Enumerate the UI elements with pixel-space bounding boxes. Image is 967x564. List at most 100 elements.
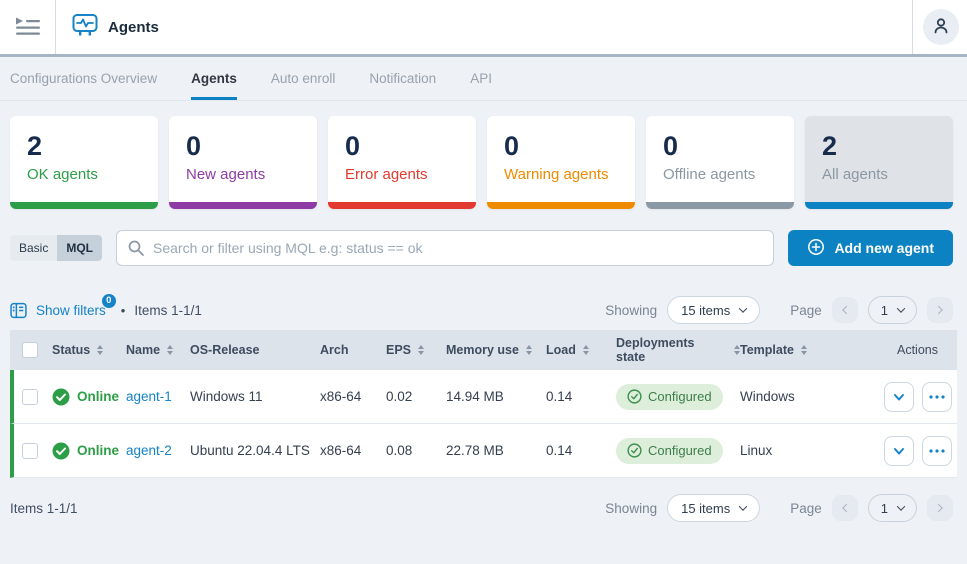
row-actions-menu-button[interactable] bbox=[922, 436, 952, 466]
column-load[interactable]: Load bbox=[546, 343, 616, 357]
row-checkbox[interactable] bbox=[22, 443, 38, 459]
tab-notification[interactable]: Notification bbox=[369, 57, 436, 100]
page-label: Page bbox=[790, 303, 822, 318]
actions-cell bbox=[878, 382, 957, 412]
warning-agents-bar bbox=[487, 202, 635, 209]
check-circle-icon bbox=[627, 389, 642, 404]
column-os-release: OS-Release bbox=[190, 343, 320, 357]
prev-page-button[interactable] bbox=[832, 297, 858, 323]
agents-table: Status Name OS-Release Arch EPS Memory u… bbox=[10, 330, 957, 478]
sidebar-toggle-button[interactable] bbox=[0, 0, 56, 54]
all-agents-bar bbox=[805, 202, 953, 209]
page-number-dropdown[interactable]: 1 bbox=[868, 296, 917, 324]
prev-page-button[interactable] bbox=[832, 495, 858, 521]
ok-agents-bar bbox=[10, 202, 158, 209]
deployment-state-badge: Configured bbox=[616, 384, 723, 410]
status-online-icon bbox=[52, 442, 70, 460]
column-actions: Actions bbox=[878, 343, 957, 357]
ellipsis-icon bbox=[929, 449, 945, 453]
items-range-bottom: Items 1-1/1 bbox=[10, 501, 78, 516]
template-cell: Linux bbox=[740, 443, 878, 458]
chevron-right-icon bbox=[934, 306, 942, 314]
actions-cell bbox=[878, 436, 957, 466]
basic-mode-button[interactable]: Basic bbox=[10, 235, 57, 261]
chevron-down-icon bbox=[892, 390, 906, 404]
row-actions-menu-button[interactable] bbox=[922, 382, 952, 412]
search-input[interactable] bbox=[116, 230, 774, 266]
status-cell: Online bbox=[52, 388, 126, 406]
chevron-left-icon bbox=[842, 306, 850, 314]
tab-api[interactable]: API bbox=[470, 57, 492, 100]
tab-auto-enroll[interactable]: Auto enroll bbox=[271, 57, 336, 100]
tab-bar: Configurations Overview Agents Auto enro… bbox=[0, 57, 967, 101]
column-eps[interactable]: EPS bbox=[386, 343, 446, 357]
ok-agents-count: 2 bbox=[27, 132, 158, 162]
ellipsis-icon bbox=[929, 395, 945, 399]
arch-cell: x86-64 bbox=[320, 443, 386, 458]
card-offline-agents[interactable]: 0 Offline agents bbox=[646, 116, 794, 209]
sort-icon bbox=[97, 345, 103, 355]
show-filters-link[interactable]: Show filters 0 bbox=[36, 303, 112, 318]
add-new-agent-button[interactable]: Add new agent bbox=[788, 230, 953, 266]
next-page-button[interactable] bbox=[927, 495, 953, 521]
eps-cell: 0.02 bbox=[386, 389, 446, 404]
chevron-down-icon bbox=[897, 502, 905, 510]
card-all-agents[interactable]: 2 All agents bbox=[805, 116, 953, 209]
all-agents-count: 2 bbox=[822, 132, 953, 162]
offline-agents-bar bbox=[646, 202, 794, 209]
column-template[interactable]: Template bbox=[740, 343, 878, 357]
search-mode-toggle: Basic MQL bbox=[10, 235, 102, 261]
table-toolbar: Show filters 0 • Items 1-1/1 Showing 15 … bbox=[0, 266, 967, 324]
os-release-cell: Windows 11 bbox=[190, 389, 320, 404]
select-all-checkbox[interactable] bbox=[22, 342, 38, 358]
template-cell: Windows bbox=[740, 389, 878, 404]
tab-agents[interactable]: Agents bbox=[191, 57, 237, 100]
mql-mode-button[interactable]: MQL bbox=[57, 235, 102, 261]
tab-configurations-overview[interactable]: Configurations Overview bbox=[10, 57, 157, 100]
card-ok-agents[interactable]: 2 OK agents bbox=[10, 116, 158, 209]
agent-name-link[interactable]: agent-1 bbox=[126, 389, 172, 404]
status-cell: Online bbox=[52, 442, 126, 460]
os-release-cell: Ubuntu 22.04.4 LTS bbox=[190, 443, 320, 458]
user-avatar-button[interactable] bbox=[923, 9, 959, 45]
search-row: Basic MQL Add new agent bbox=[0, 209, 967, 266]
check-circle-icon bbox=[627, 443, 642, 458]
filters-icon bbox=[10, 302, 27, 319]
page-number-dropdown[interactable]: 1 bbox=[868, 494, 917, 522]
deployment-state-badge: Configured bbox=[616, 438, 723, 464]
separator-dot: • bbox=[121, 303, 126, 318]
agent-name-link[interactable]: agent-2 bbox=[126, 443, 172, 458]
search-icon bbox=[127, 239, 145, 257]
page-size-dropdown[interactable]: 15 items bbox=[667, 296, 760, 324]
eps-cell: 0.08 bbox=[386, 443, 446, 458]
page-title: Agents bbox=[108, 19, 159, 36]
showing-label: Showing bbox=[605, 501, 657, 516]
card-error-agents[interactable]: 0 Error agents bbox=[328, 116, 476, 209]
offline-agents-count: 0 bbox=[663, 132, 794, 162]
column-memory-use[interactable]: Memory use bbox=[446, 343, 546, 357]
expand-row-button[interactable] bbox=[884, 436, 914, 466]
card-new-agents[interactable]: 0 New agents bbox=[169, 116, 317, 209]
showing-label: Showing bbox=[605, 303, 657, 318]
column-arch: Arch bbox=[320, 343, 386, 357]
agent-stat-cards: 2 OK agents 0 New agents 0 Error agents … bbox=[0, 101, 967, 209]
page-size-dropdown[interactable]: 15 items bbox=[667, 494, 760, 522]
agents-monitor-icon bbox=[72, 13, 98, 41]
next-page-button[interactable] bbox=[927, 297, 953, 323]
error-agents-count: 0 bbox=[345, 132, 476, 162]
table-header-row: Status Name OS-Release Arch EPS Memory u… bbox=[10, 330, 957, 370]
chevron-down-icon bbox=[892, 444, 906, 458]
chevron-down-icon bbox=[897, 304, 905, 312]
column-name[interactable]: Name bbox=[126, 343, 190, 357]
app-title: Agents bbox=[56, 13, 912, 41]
card-warning-agents[interactable]: 0 Warning agents bbox=[487, 116, 635, 209]
plus-circle-icon bbox=[807, 238, 825, 259]
column-deployments-state[interactable]: Deployments state bbox=[616, 336, 740, 364]
new-agents-label: New agents bbox=[186, 166, 317, 183]
expand-row-button[interactable] bbox=[884, 382, 914, 412]
row-checkbox[interactable] bbox=[22, 389, 38, 405]
memory-use-cell: 22.78 MB bbox=[446, 443, 546, 458]
error-agents-bar bbox=[328, 202, 476, 209]
status-text: Online bbox=[77, 443, 119, 458]
column-status[interactable]: Status bbox=[52, 343, 126, 357]
